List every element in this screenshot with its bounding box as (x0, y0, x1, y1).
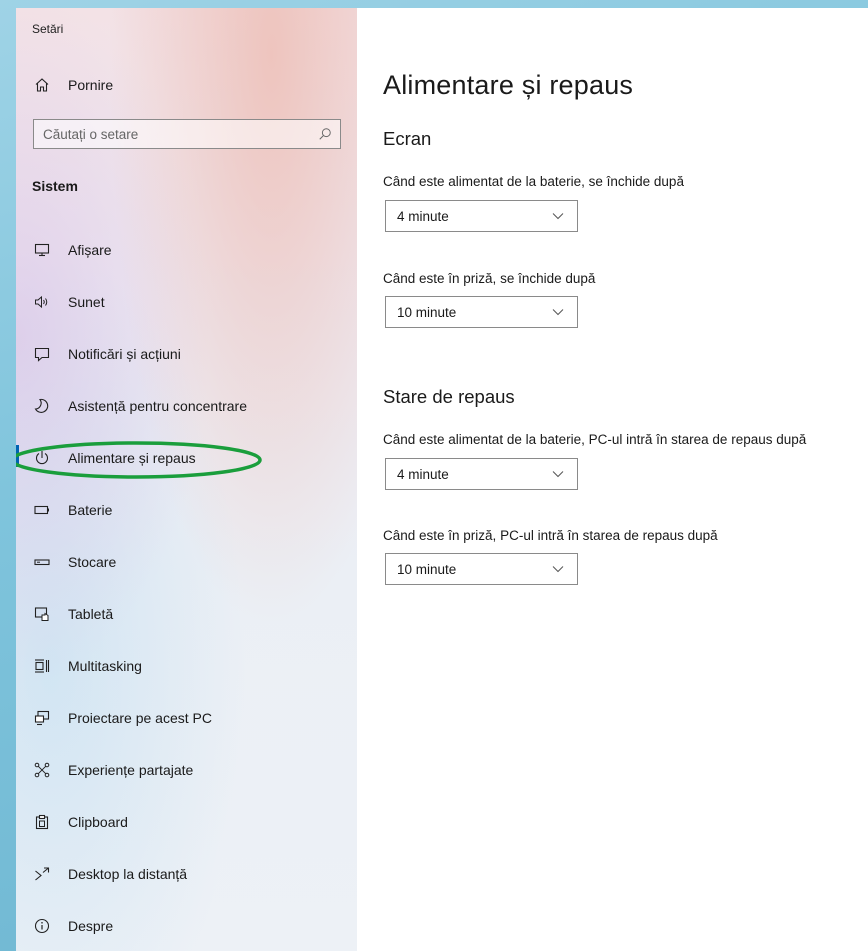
sidebar: Setări Pornire Sistem Afișare Sunet (16, 8, 357, 951)
sidebar-item-label: Clipboard (68, 814, 128, 830)
sidebar-item-label: Despre (68, 918, 114, 934)
multitasking-icon (32, 658, 52, 674)
screen-plugged-label: Când este în priză, se închide după (383, 271, 596, 286)
screen-section-heading: Ecran (383, 128, 432, 149)
sidebar-item-label: Afișare (68, 242, 112, 258)
shared-experiences-icon (32, 762, 52, 778)
section-title: Sistem (32, 178, 78, 194)
info-icon (32, 918, 52, 934)
chevron-down-icon (552, 471, 564, 478)
home-icon (32, 77, 52, 93)
sidebar-item-tablet[interactable]: Tabletă (16, 594, 357, 634)
sleep-battery-label: Când este alimentat de la baterie, PC-ul… (383, 432, 807, 447)
speaker-icon (32, 294, 52, 310)
home-label: Pornire (68, 77, 114, 93)
clipboard-icon (32, 814, 52, 830)
sidebar-item-label: Stocare (68, 554, 117, 570)
sidebar-item-shared-experiences[interactable]: Experiențe partajate (16, 750, 357, 790)
annotation-ellipse (16, 441, 262, 479)
home-button[interactable]: Pornire (16, 65, 357, 105)
sidebar-item-label: Asistență pentru concentrare (68, 398, 247, 414)
sidebar-item-label: Experiențe partajate (68, 762, 194, 778)
sidebar-item-label: Desktop la distanță (68, 866, 188, 882)
dropdown-value: 4 minute (397, 208, 449, 224)
page-title: Alimentare și repaus (383, 70, 634, 100)
sidebar-item-label: Baterie (68, 502, 113, 518)
settings-window: Setări Pornire Sistem Afișare Sunet (16, 8, 868, 951)
sidebar-item-projection[interactable]: Proiectare pe acest PC (16, 698, 357, 738)
remote-desktop-icon (32, 866, 52, 882)
chevron-down-icon (552, 309, 564, 316)
notification-icon (32, 346, 52, 362)
app-title: Setări (32, 22, 64, 36)
display-icon (32, 242, 52, 258)
sleep-battery-dropdown[interactable]: 4 minute (385, 458, 578, 490)
battery-icon (32, 502, 52, 518)
screen-battery-label: Când este alimentat de la baterie, se în… (383, 174, 684, 189)
dropdown-value: 10 minute (397, 304, 457, 320)
sidebar-item-label: Sunet (68, 294, 105, 310)
dropdown-value: 10 minute (397, 561, 457, 577)
sidebar-item-remote-desktop[interactable]: Desktop la distanță (16, 854, 357, 894)
sidebar-item-focus-assist[interactable]: Asistență pentru concentrare (16, 386, 357, 426)
sidebar-item-multitasking[interactable]: Multitasking (16, 646, 357, 686)
search-icon[interactable] (318, 127, 332, 141)
sidebar-item-sound[interactable]: Sunet (16, 282, 357, 322)
sleep-section-heading: Stare de repaus (383, 386, 515, 407)
sidebar-item-about[interactable]: Despre (16, 906, 357, 946)
sleep-plugged-dropdown[interactable]: 10 minute (385, 553, 578, 585)
projection-icon (32, 710, 52, 726)
search-box[interactable] (33, 119, 341, 149)
chevron-down-icon (552, 213, 564, 220)
sidebar-item-label: Tabletă (68, 606, 114, 622)
search-input[interactable] (34, 125, 318, 143)
sidebar-item-clipboard[interactable]: Clipboard (16, 802, 357, 842)
moon-icon (32, 398, 52, 414)
sidebar-item-display[interactable]: Afișare (16, 230, 357, 270)
sidebar-item-label: Multitasking (68, 658, 142, 674)
sidebar-item-notifications[interactable]: Notificări și acțiuni (16, 334, 357, 374)
storage-icon (32, 554, 52, 570)
sidebar-item-battery[interactable]: Baterie (16, 490, 357, 530)
screen-battery-dropdown[interactable]: 4 minute (385, 200, 578, 232)
chevron-down-icon (552, 566, 564, 573)
dropdown-value: 4 minute (397, 466, 449, 482)
screen-plugged-dropdown[interactable]: 10 minute (385, 296, 578, 328)
sidebar-item-label: Notificări și acțiuni (68, 346, 181, 362)
sleep-plugged-label: Când este în priză, PC-ul intră în stare… (383, 528, 718, 543)
main-content: Alimentare și repaus Ecran Când este ali… (357, 8, 868, 951)
sidebar-item-label: Proiectare pe acest PC (68, 710, 212, 726)
sidebar-item-storage[interactable]: Stocare (16, 542, 357, 582)
tablet-icon (32, 606, 52, 622)
